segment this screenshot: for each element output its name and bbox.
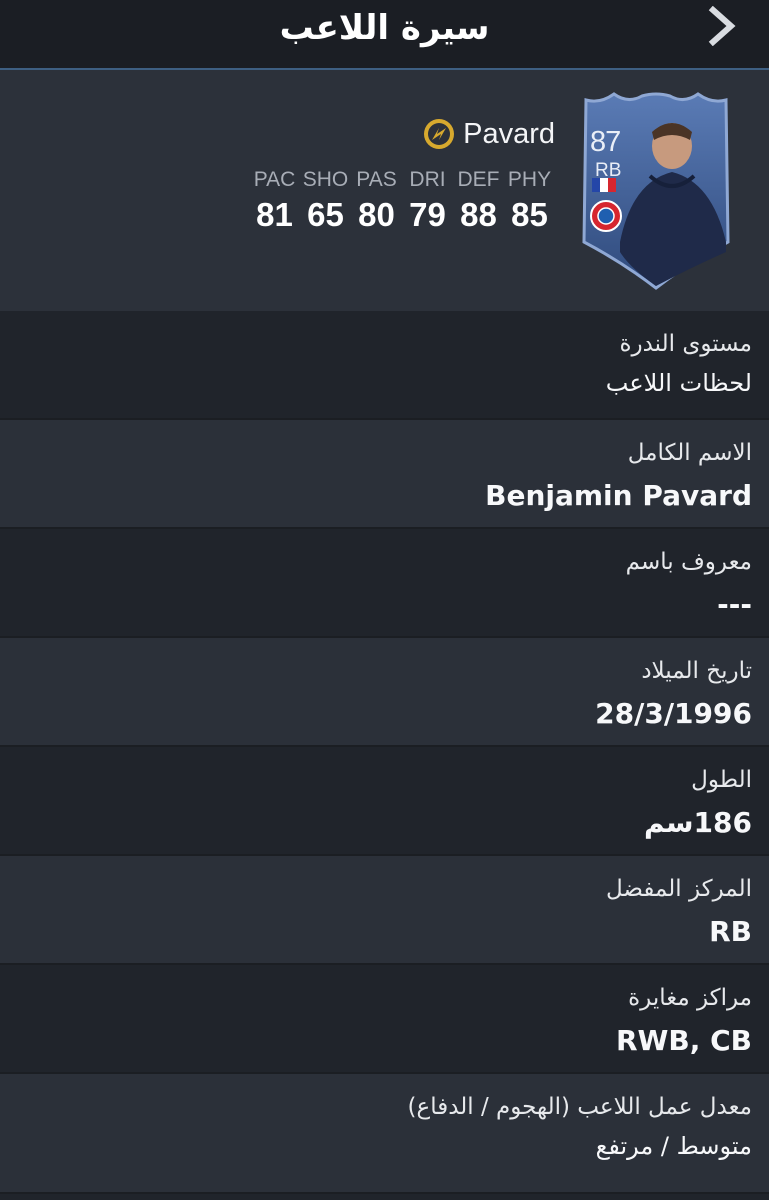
info-label: تاريخ الميلاد — [641, 658, 752, 684]
player-stats: PAC 81 SHO 65 PAS 80 DRI 79 DEF 88 PHY 8… — [249, 168, 555, 234]
info-row-height: الطول 186سم — [0, 747, 769, 856]
info-value: Benjamin Pavard — [485, 479, 752, 512]
info-row-preferred-position: المركز المفضل RB — [0, 856, 769, 965]
player-name: Pavard — [463, 117, 555, 150]
stat-label: PAS — [356, 168, 397, 191]
info-row-full-name: الاسم الكامل Benjamin Pavard — [0, 420, 769, 529]
info-row-known-as: معروف باسم --- — [0, 529, 769, 638]
info-value: RB — [709, 915, 752, 948]
stat-pas: PAS 80 — [351, 168, 402, 234]
info-value: --- — [717, 588, 752, 621]
info-row-rarity: مستوى الندرة لحظات اللاعب — [0, 311, 769, 420]
info-label: الطول — [691, 767, 752, 793]
info-row-work-rates: معدل عمل اللاعب (الهجوم / الدفاع) متوسط … — [0, 1074, 769, 1194]
top-bar: سيرة اللاعب — [0, 0, 769, 70]
info-label: المركز المفضل — [605, 876, 752, 902]
stat-value: 80 — [358, 196, 395, 233]
info-row-alt-positions: مراكز مغايرة RWB, CB — [0, 965, 769, 1074]
info-value: لحظات اللاعب — [605, 369, 752, 397]
stat-phy: PHY 85 — [504, 168, 555, 234]
info-label: مراكز مغايرة — [628, 985, 752, 1011]
info-row-birth-date: تاريخ الميلاد 28/3/1996 — [0, 638, 769, 747]
stat-def: DEF 88 — [453, 168, 504, 234]
stat-pac: PAC 81 — [249, 168, 300, 234]
info-value: RWB, CB — [615, 1024, 752, 1057]
card-rating: 87 — [590, 126, 621, 158]
info-value: متوسط / مرتفع — [595, 1132, 752, 1160]
player-card[interactable]: 87 RB — [580, 92, 732, 292]
info-value: 28/3/1996 — [595, 697, 752, 730]
chevron-right-icon — [708, 5, 736, 47]
stat-sho: SHO 65 — [300, 168, 351, 234]
stat-value: 85 — [511, 196, 548, 233]
stat-label: PAC — [253, 168, 296, 191]
info-label: الاسم الكامل — [627, 440, 752, 466]
stat-dri: DRI 79 — [402, 168, 453, 234]
stat-label: PHY — [507, 168, 552, 191]
stat-value: 79 — [409, 196, 446, 233]
info-value: 186سم — [644, 806, 752, 839]
stat-value: 81 — [256, 196, 293, 233]
chemistry-style-icon — [424, 119, 455, 149]
player-summary-panel: Pavard PAC 81 SHO 65 PAS 80 DRI 79 DEF 8… — [0, 70, 769, 312]
card-background — [582, 92, 730, 290]
info-label: مستوى الندرة — [619, 331, 752, 357]
page-title: سيرة اللاعب — [279, 8, 490, 48]
stat-label: SHO — [302, 168, 349, 191]
info-label: معدل عمل اللاعب (الهجوم / الدفاع) — [407, 1094, 752, 1120]
player-info-list: مستوى الندرة لحظات اللاعب الاسم الكامل B… — [0, 311, 769, 1194]
stat-label: DRI — [409, 168, 446, 191]
stat-label: DEF — [457, 168, 500, 191]
stat-value: 65 — [307, 196, 344, 233]
card-position: RB — [595, 160, 622, 181]
stat-value: 88 — [460, 196, 497, 233]
player-name-row: Pavard — [423, 114, 555, 154]
back-button[interactable] — [701, 5, 741, 47]
info-label: معروف باسم — [625, 549, 752, 575]
